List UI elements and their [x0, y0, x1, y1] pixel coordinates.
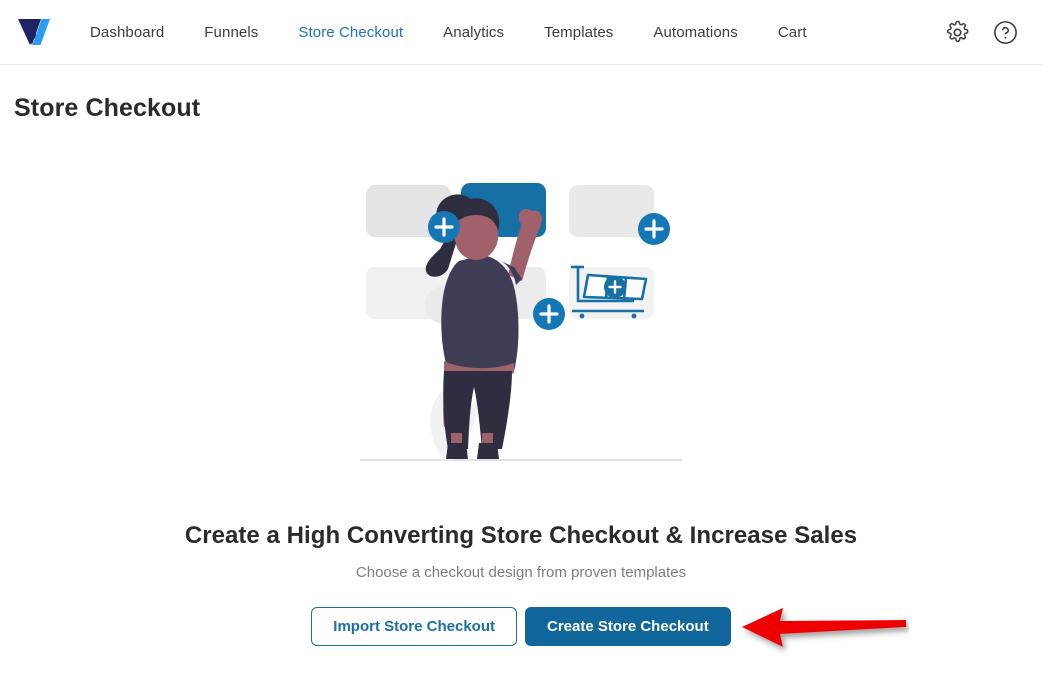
nav-item-label: Dashboard	[90, 23, 165, 41]
top-navigation-bar: Dashboard Funnels Store Checkout Analyti…	[0, 0, 1042, 65]
empty-state-actions: Import Store Checkout Create Store Check…	[311, 607, 906, 647]
nav-item-label: Templates	[544, 23, 614, 41]
help-button[interactable]	[992, 19, 1018, 45]
nav-item-cart[interactable]: Cart	[758, 0, 827, 65]
gear-icon	[946, 20, 968, 42]
nav-item-label: Store Checkout	[298, 23, 404, 41]
settings-button[interactable]	[944, 19, 970, 45]
nav-item-funnels[interactable]: Funnels	[184, 0, 278, 65]
plus-circle-icon	[533, 298, 565, 330]
create-store-checkout-button[interactable]: Create Store Checkout	[524, 607, 731, 646]
empty-state-subhead: Choose a checkout design from proven tem…	[355, 564, 687, 581]
nav-item-store-checkout[interactable]: Store Checkout	[278, 0, 423, 65]
plus-circle-icon	[428, 211, 460, 243]
nav-item-templates[interactable]: Templates	[524, 0, 633, 65]
nav-item-automations[interactable]: Automations	[633, 0, 757, 65]
nav-right-actions	[944, 19, 1018, 45]
empty-state-illustration	[356, 175, 686, 500]
question-circle-icon	[993, 20, 1017, 44]
red-arrow-annotation	[739, 591, 909, 663]
nav-item-analytics[interactable]: Analytics	[423, 0, 524, 65]
nav-item-dashboard[interactable]: Dashboard	[70, 0, 184, 65]
empty-state-headline: Create a High Converting Store Checkout …	[184, 522, 858, 549]
page-title: Store Checkout	[14, 94, 201, 122]
import-store-checkout-button[interactable]: Import Store Checkout	[311, 607, 517, 646]
nav-item-label: Cart	[777, 23, 807, 41]
store-checkout-empty-state: Create a High Converting Store Checkout …	[0, 175, 1042, 647]
brand-logo[interactable]	[14, 15, 56, 49]
nav-items: Dashboard Funnels Store Checkout Analyti…	[70, 0, 827, 65]
plus-circle-icon	[638, 213, 670, 245]
cartflows-v-logo-icon	[18, 19, 50, 45]
nav-item-label: Funnels	[204, 23, 259, 41]
red-left-arrow-annotation-icon	[741, 607, 906, 647]
woman-arranging-checkout-cards-illustration	[360, 183, 682, 461]
nav-item-label: Automations	[653, 23, 738, 41]
nav-item-label: Analytics	[443, 23, 505, 41]
